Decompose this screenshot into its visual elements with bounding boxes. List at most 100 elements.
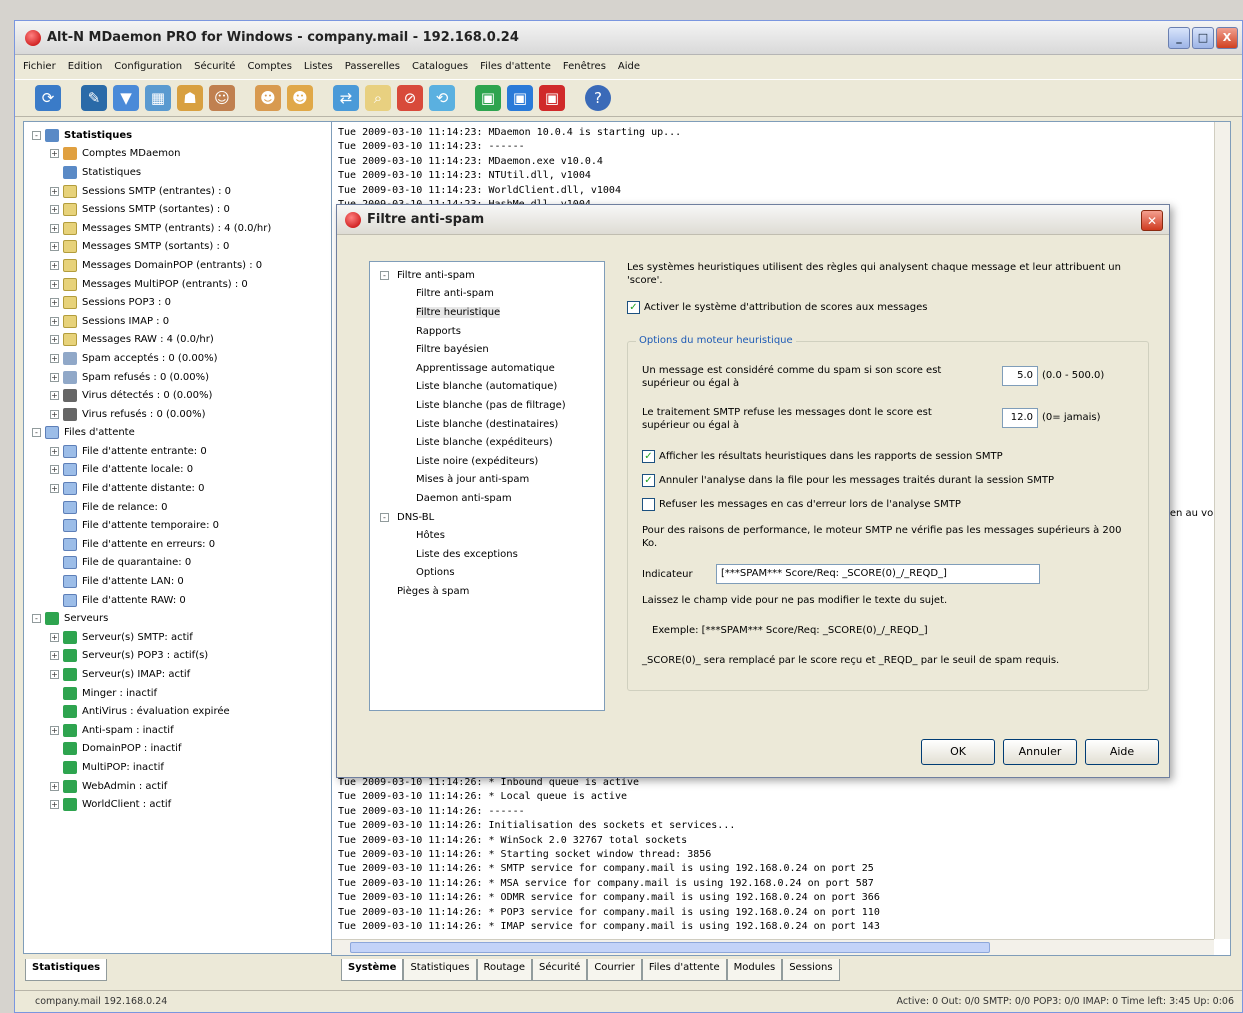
tree-item[interactable]: + Messages RAW : 4 (0.0/hr) bbox=[26, 331, 334, 350]
nav-item[interactable]: Apprentissage automatique bbox=[374, 359, 600, 378]
tree-item[interactable]: MultiPOP: inactif bbox=[26, 758, 334, 777]
nav-item[interactable]: Mises à jour anti-spam bbox=[374, 471, 600, 490]
nav-item[interactable]: - Filtre anti-spam bbox=[374, 266, 600, 285]
tree-item[interactable]: + Virus refusés : 0 (0.00%) bbox=[26, 405, 334, 424]
show-results-checkbox[interactable]: ✓ bbox=[642, 450, 655, 463]
tree-item[interactable]: File de quarantaine: 0 bbox=[26, 554, 334, 573]
grid-icon[interactable]: ▦ bbox=[145, 85, 171, 111]
search-icon[interactable]: ⌕ bbox=[365, 85, 391, 111]
group-icon[interactable]: ☻ bbox=[287, 85, 313, 111]
expand-icon[interactable]: + bbox=[50, 800, 59, 810]
log-tab[interactable]: Modules bbox=[726, 959, 783, 981]
tree-item[interactable]: + Virus détectés : 0 (0.00%) bbox=[26, 386, 334, 405]
nav-item[interactable]: Filtre heuristique bbox=[374, 303, 600, 322]
server-red-icon[interactable]: ▣ bbox=[539, 85, 565, 111]
tree-item[interactable]: + Messages SMTP (sortants) : 0 bbox=[26, 238, 334, 257]
expand-icon[interactable]: + bbox=[50, 316, 59, 326]
indicator-input[interactable]: [***SPAM*** Score/Req: _SCORE(0)_/_REQD_… bbox=[716, 564, 1040, 584]
expand-icon[interactable]: + bbox=[50, 484, 59, 494]
tree-item[interactable]: + Messages SMTP (entrants) : 4 (0.0/hr) bbox=[26, 219, 334, 238]
log-scroll-thumb[interactable] bbox=[350, 942, 990, 953]
close-button[interactable]: X bbox=[1216, 27, 1238, 49]
tree-item[interactable]: + Spam acceptés : 0 (0.00%) bbox=[26, 349, 334, 368]
tree-item[interactable]: + File d'attente distante: 0 bbox=[26, 479, 334, 498]
nav-item[interactable]: Liste des exceptions bbox=[374, 545, 600, 564]
tree-item[interactable]: - Statistiques bbox=[26, 126, 334, 145]
menu-item[interactable]: Listes bbox=[304, 61, 333, 72]
refresh-icon[interactable]: ⟳ bbox=[35, 85, 61, 111]
expand-icon[interactable]: + bbox=[50, 632, 59, 642]
tree-item[interactable]: File d'attente temporaire: 0 bbox=[26, 516, 334, 535]
expand-icon[interactable]: + bbox=[50, 186, 59, 196]
user-lock-icon[interactable]: ☗ bbox=[177, 85, 203, 111]
enable-scoring[interactable]: ✓ Activer le système d'attribution de sc… bbox=[627, 301, 1149, 314]
log-tab[interactable]: Sécurité bbox=[532, 959, 588, 981]
nav-item[interactable]: Liste blanche (pas de filtrage) bbox=[374, 396, 600, 415]
log-tab[interactable]: Files d'attente bbox=[641, 959, 727, 981]
enable-scoring-checkbox[interactable]: ✓ bbox=[627, 301, 640, 314]
menu-item[interactable]: Aide bbox=[618, 61, 640, 72]
skip-queue-checkbox[interactable]: ✓ bbox=[642, 474, 655, 487]
log-tab[interactable]: Routage bbox=[476, 959, 533, 981]
expand-icon[interactable]: + bbox=[50, 242, 59, 252]
tree-item[interactable]: + Anti-spam : inactif bbox=[26, 721, 334, 740]
log-horizontal-scrollbar[interactable] bbox=[332, 939, 1214, 955]
nav-item[interactable]: Liste blanche (destinataires) bbox=[374, 415, 600, 434]
collapse-icon[interactable]: - bbox=[32, 614, 41, 624]
menu-item[interactable]: Catalogues bbox=[412, 61, 468, 72]
stats-tree[interactable]: - Statistiques + Comptes MDaemon Statistique… bbox=[23, 121, 337, 954]
tree-item[interactable]: Minger : inactif bbox=[26, 684, 334, 703]
expand-icon[interactable]: + bbox=[50, 781, 59, 791]
user-icon[interactable]: ☺ bbox=[209, 85, 235, 111]
tree-item[interactable]: + File d'attente entrante: 0 bbox=[26, 442, 334, 461]
dialog-close-button[interactable]: ✕ bbox=[1141, 210, 1163, 231]
nav-item[interactable]: Pièges à spam bbox=[374, 582, 600, 601]
tree-item[interactable]: + Sessions IMAP : 0 bbox=[26, 312, 334, 331]
expand-icon[interactable]: + bbox=[50, 353, 59, 363]
nav-item[interactable]: Options bbox=[374, 564, 600, 583]
nav-item[interactable]: Liste noire (expéditeurs) bbox=[374, 452, 600, 471]
tree-item[interactable]: + Serveur(s) SMTP: actif bbox=[26, 628, 334, 647]
collapse-icon[interactable]: - bbox=[380, 512, 389, 522]
ok-button[interactable]: OK bbox=[921, 739, 995, 765]
nav-item[interactable]: - DNS-BL bbox=[374, 508, 600, 527]
maximize-button[interactable]: □ bbox=[1192, 27, 1214, 49]
collapse-icon[interactable]: - bbox=[32, 130, 41, 140]
show-results-option[interactable]: ✓ Afficher les résultats heuristiques da… bbox=[642, 450, 1003, 463]
spam-score-input[interactable]: 5.0 bbox=[1002, 366, 1038, 386]
nav-item[interactable]: Filtre bayésien bbox=[374, 340, 600, 359]
refuse-error-checkbox[interactable] bbox=[642, 498, 655, 511]
tree-item[interactable]: + WorldClient : actif bbox=[26, 795, 334, 814]
expand-icon[interactable]: + bbox=[50, 205, 59, 215]
expand-icon[interactable]: + bbox=[50, 391, 59, 401]
expand-icon[interactable]: + bbox=[50, 298, 59, 308]
dialog-nav-tree[interactable]: - Filtre anti-spam Filtre anti-spam Filtre … bbox=[369, 261, 605, 711]
skip-queue-option[interactable]: ✓ Annuler l'analyse dans la file pour le… bbox=[642, 474, 1054, 487]
tree-item[interactable]: Statistiques bbox=[26, 163, 334, 182]
help-globe-icon[interactable]: ? bbox=[585, 85, 611, 111]
pin-icon[interactable]: ✎ bbox=[81, 85, 107, 111]
expand-icon[interactable]: + bbox=[50, 465, 59, 475]
expand-icon[interactable]: + bbox=[50, 651, 59, 661]
menu-item[interactable]: Comptes bbox=[247, 61, 291, 72]
expand-icon[interactable]: + bbox=[50, 725, 59, 735]
tree-item[interactable]: AntiVirus : évaluation expirée bbox=[26, 702, 334, 721]
expand-icon[interactable]: + bbox=[50, 223, 59, 233]
server-green-icon[interactable]: ▣ bbox=[475, 85, 501, 111]
nav-item[interactable]: Hôtes bbox=[374, 526, 600, 545]
expand-icon[interactable]: + bbox=[50, 409, 59, 419]
tree-item[interactable]: + Messages DomainPOP (entrants) : 0 bbox=[26, 256, 334, 275]
tree-item[interactable]: DomainPOP : inactif bbox=[26, 740, 334, 759]
cancel-button[interactable]: Annuler bbox=[1003, 739, 1077, 765]
tree-item[interactable]: + Messages MultiPOP (entrants) : 0 bbox=[26, 275, 334, 294]
menu-item[interactable]: Edition bbox=[68, 61, 103, 72]
expand-icon[interactable]: + bbox=[50, 335, 59, 345]
tree-item[interactable]: File d'attente en erreurs: 0 bbox=[26, 535, 334, 554]
menu-item[interactable]: Fichier bbox=[23, 61, 56, 72]
tree-item[interactable]: + WebAdmin : actif bbox=[26, 777, 334, 796]
tree-item[interactable]: + Comptes MDaemon bbox=[26, 145, 334, 164]
tree-item[interactable]: File d'attente LAN: 0 bbox=[26, 572, 334, 591]
reject-score-input[interactable]: 12.0 bbox=[1002, 408, 1038, 428]
menu-item[interactable]: Passerelles bbox=[345, 61, 400, 72]
tree-item[interactable]: - Files d'attente bbox=[26, 424, 334, 443]
